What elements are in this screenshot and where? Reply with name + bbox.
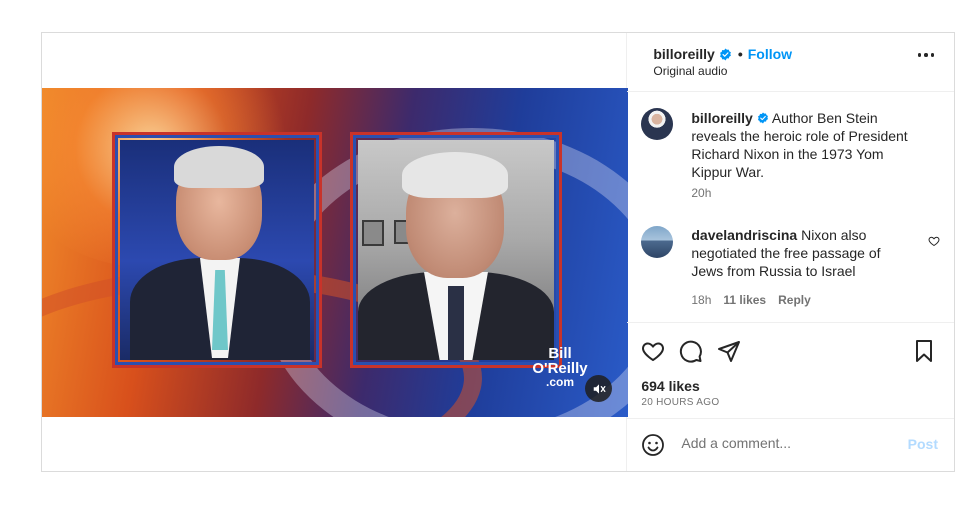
host-video-panel (120, 140, 314, 360)
comment-input[interactable] (681, 435, 892, 452)
comment-text: davelandriscina Nixon also negotiated th… (691, 226, 901, 280)
share-paper-plane-icon[interactable] (717, 339, 741, 363)
verified-badge-icon (757, 112, 768, 124)
action-icons (641, 339, 741, 363)
caption-username[interactable]: billoreilly (691, 110, 752, 126)
add-comment-bar: Post (627, 419, 954, 471)
like-heart-icon[interactable] (641, 339, 665, 363)
post-comment-button[interactable]: Post (908, 436, 938, 452)
media-column: Bill O'Reilly .com (42, 33, 628, 471)
instagram-post: Bill O'Reilly .com billoreilly • Follow … (41, 32, 955, 472)
guest-video-panel (358, 140, 554, 360)
follow-button[interactable]: Follow (748, 46, 792, 62)
more-options-button[interactable] (917, 53, 934, 57)
separator-dot: • (737, 46, 743, 62)
comment-time[interactable]: 18h (691, 293, 711, 307)
logo-line-2: O'Reilly (532, 360, 588, 377)
muted-speaker-icon (593, 383, 605, 394)
logo-line-1: Bill (548, 345, 572, 362)
comment-meta: 18h 11 likes Reply (691, 293, 810, 307)
action-bar: 694 likes 20 HOURS AGO (627, 323, 954, 420)
like-comment-heart-icon[interactable] (928, 235, 940, 247)
reply-button[interactable]: Reply (778, 293, 811, 307)
avatar[interactable] (641, 225, 674, 258)
author-row: billoreilly • Follow (653, 46, 792, 62)
more-dot-icon (917, 53, 921, 57)
emoji-icon[interactable] (641, 433, 665, 457)
post-timestamp[interactable]: 20 HOURS AGO (641, 397, 719, 408)
comment-bubble-icon[interactable] (679, 339, 703, 363)
verified-badge-icon (719, 48, 731, 60)
more-dot-icon (924, 53, 928, 57)
comment-likes[interactable]: 11 likes (723, 293, 766, 307)
avatar[interactable] (641, 107, 674, 140)
mute-toggle-button[interactable] (585, 375, 612, 402)
caption-text: billoreilly Author Ben Stein reveals the… (691, 109, 921, 181)
caption-time[interactable]: 20h (691, 186, 711, 200)
audio-link[interactable]: Original audio (653, 64, 727, 78)
caption-meta: 20h (691, 186, 711, 200)
more-dot-icon (930, 53, 934, 57)
likes-count[interactable]: 694 likes (641, 378, 699, 394)
video-player[interactable]: Bill O'Reilly .com (42, 88, 628, 417)
post-header: billoreilly • Follow Original audio (627, 33, 954, 92)
post-sidebar: billoreilly • Follow Original audio bill… (627, 33, 954, 471)
author-username[interactable]: billoreilly (653, 46, 714, 62)
comments-section: billoreilly Author Ben Stein reveals the… (627, 92, 954, 324)
save-bookmark-icon[interactable] (912, 339, 936, 363)
comment-username[interactable]: davelandriscina (691, 227, 797, 243)
